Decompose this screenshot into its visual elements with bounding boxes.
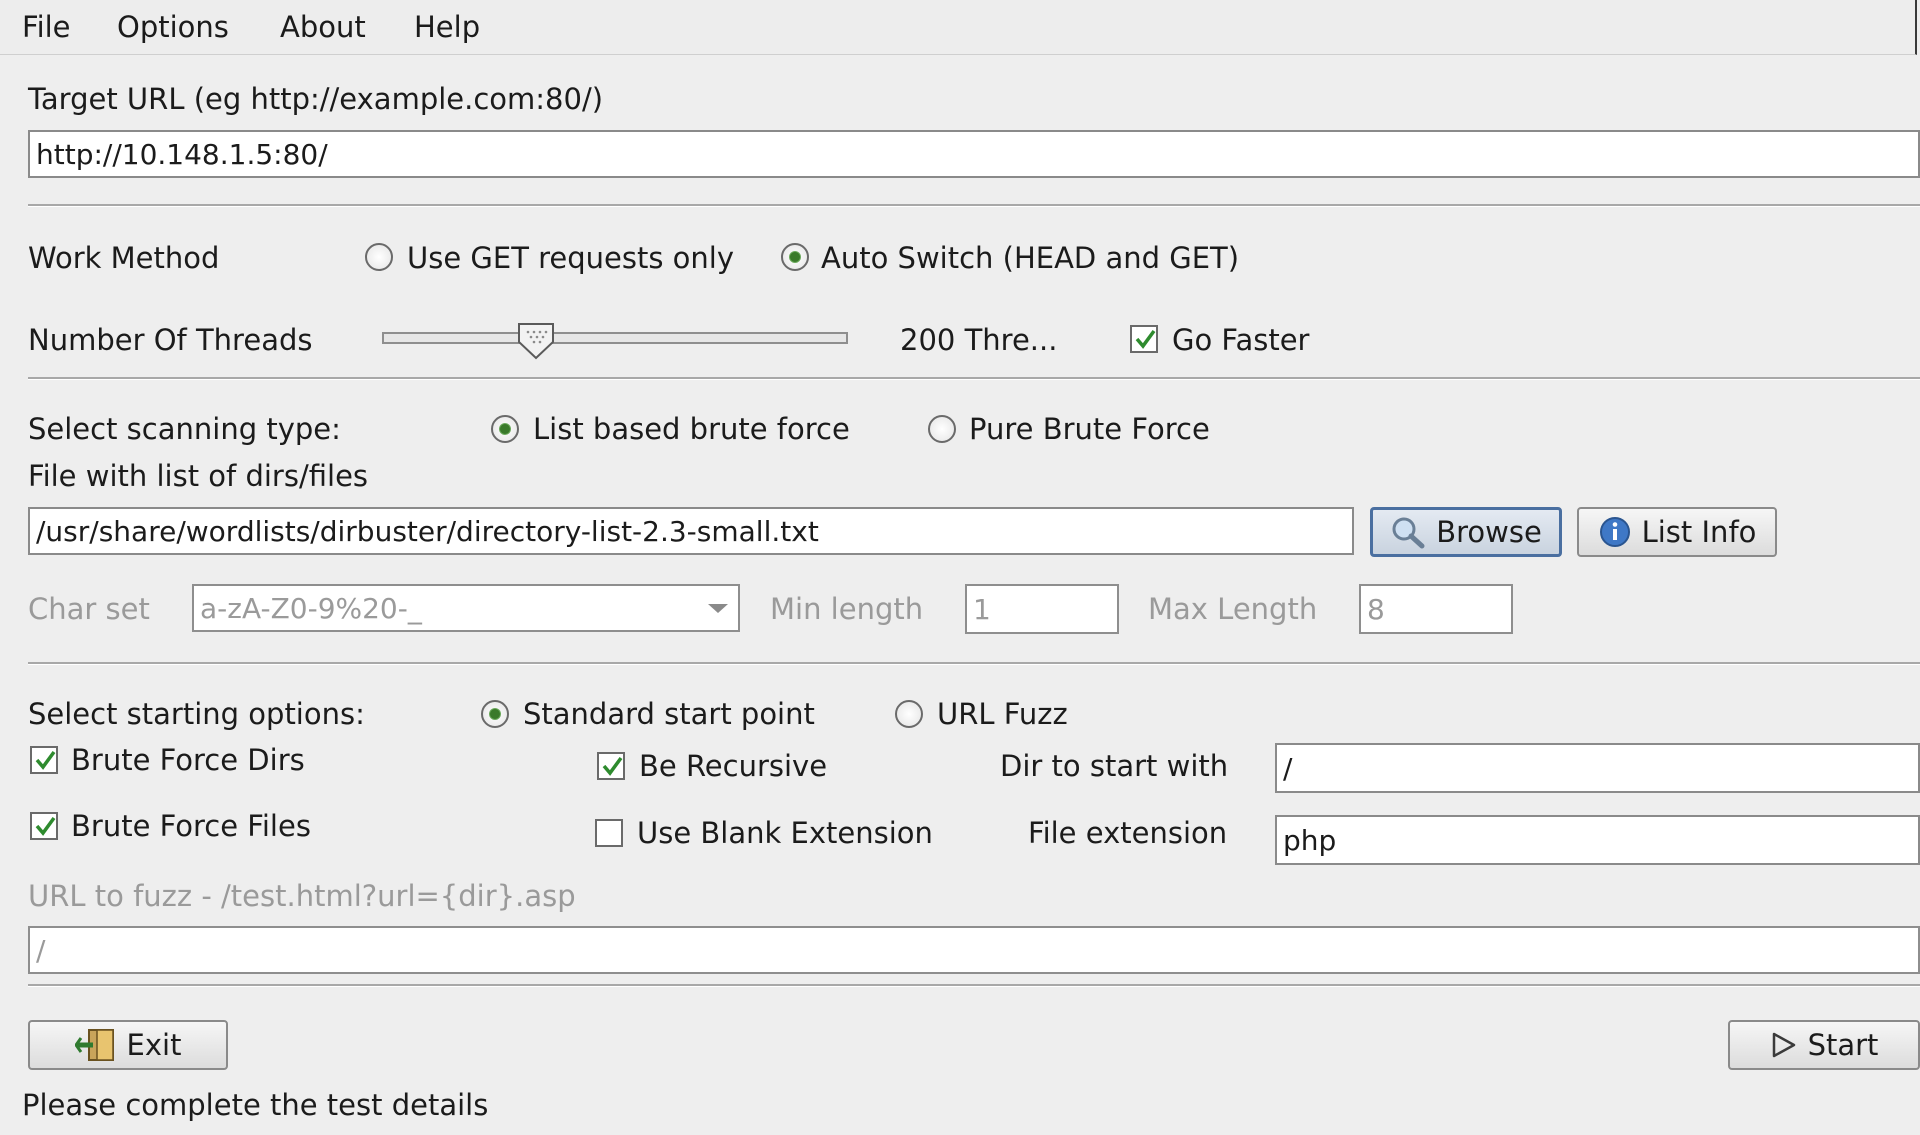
threads-value: 200 Thre... (900, 323, 1058, 357)
checkmark-icon (1135, 329, 1156, 349)
slider-thumb[interactable] (516, 322, 556, 360)
go-faster-label[interactable]: Go Faster (1172, 323, 1309, 357)
scan-type-label: Select scanning type: (28, 412, 341, 446)
url-fuzz-field-label: URL to fuzz - /test.html?url={dir}.asp (28, 879, 576, 913)
go-faster-checkbox[interactable] (1130, 325, 1158, 353)
max-length-input[interactable]: 8 (1359, 584, 1513, 634)
menu-about[interactable]: About (280, 10, 366, 44)
magnifier-icon (1392, 517, 1425, 549)
list-info-label: List Info (1641, 515, 1757, 549)
auto-switch-radio[interactable] (781, 243, 809, 271)
file-extension-label: File extension (1028, 816, 1228, 850)
dir-start-label: Dir to start with (1000, 749, 1229, 783)
url-fuzz-label[interactable]: URL Fuzz (937, 697, 1068, 731)
start-label: Start (1807, 1028, 1879, 1062)
menu-bar: File Options About Help (0, 0, 1917, 55)
charset-select[interactable]: a-zA-Z0-9%20-_ (192, 584, 740, 632)
file-extension-input[interactable]: php (1275, 815, 1920, 865)
status-text: Please complete the test details (22, 1088, 489, 1122)
min-length-input[interactable]: 1 (965, 584, 1119, 634)
dirbuster-window: File Options About Help Target URL (eg h… (0, 0, 1920, 1135)
list-based-radio[interactable] (491, 415, 519, 443)
get-only-radio[interactable] (365, 243, 393, 271)
separator (28, 204, 1920, 207)
target-url-input[interactable]: http://10.148.1.5:80/ (28, 130, 1920, 178)
separator (28, 984, 1920, 987)
charset-value: a-zA-Z0-9%20-_ (200, 591, 422, 625)
start-options-label: Select starting options: (28, 697, 365, 731)
threads-slider[interactable] (382, 332, 848, 344)
dir-start-input[interactable]: / (1275, 743, 1920, 793)
checkmark-icon (602, 756, 623, 776)
exit-door-icon (74, 1029, 114, 1061)
list-based-label[interactable]: List based brute force (533, 412, 850, 446)
work-method-label: Work Method (28, 241, 220, 275)
start-button[interactable]: Start (1728, 1020, 1920, 1070)
standard-start-radio[interactable] (481, 700, 509, 728)
brute-files-label[interactable]: Brute Force Files (71, 809, 311, 843)
list-info-button[interactable]: List Info (1577, 507, 1777, 557)
blank-extension-label[interactable]: Use Blank Extension (637, 816, 933, 850)
separator (28, 662, 1920, 665)
browse-button[interactable]: Browse (1370, 507, 1562, 557)
wordlist-input[interactable]: /usr/share/wordlists/dirbuster/directory… (28, 507, 1354, 555)
min-length-label: Min length (770, 592, 924, 626)
standard-start-label[interactable]: Standard start point (523, 697, 815, 731)
pure-brute-label[interactable]: Pure Brute Force (969, 412, 1210, 446)
info-icon (1599, 517, 1630, 547)
checkmark-icon (35, 816, 56, 836)
exit-button[interactable]: Exit (28, 1020, 228, 1070)
threads-label: Number Of Threads (28, 323, 313, 357)
url-fuzz-radio[interactable] (895, 700, 923, 728)
auto-switch-label[interactable]: Auto Switch (HEAD and GET) (821, 241, 1239, 275)
target-url-label: Target URL (eg http://example.com:80/) (28, 82, 604, 116)
brute-dirs-label[interactable]: Brute Force Dirs (71, 743, 305, 777)
checkmark-icon (35, 750, 56, 770)
blank-extension-checkbox[interactable] (595, 819, 623, 847)
separator (28, 377, 1920, 380)
recursive-label[interactable]: Be Recursive (639, 749, 827, 783)
play-icon (1772, 1032, 1795, 1058)
menu-help[interactable]: Help (414, 10, 480, 44)
wordlist-label: File with list of dirs/files (28, 459, 369, 493)
menu-options[interactable]: Options (117, 10, 229, 44)
exit-label: Exit (126, 1028, 182, 1062)
browse-label: Browse (1436, 515, 1542, 549)
url-fuzz-input[interactable]: / (28, 926, 1920, 974)
brute-files-checkbox[interactable] (30, 812, 58, 840)
chevron-down-icon (708, 604, 728, 613)
get-only-label[interactable]: Use GET requests only (407, 241, 734, 275)
charset-label: Char set (28, 592, 150, 626)
brute-dirs-checkbox[interactable] (30, 746, 58, 774)
max-length-label: Max Length (1148, 592, 1318, 626)
pure-brute-radio[interactable] (928, 415, 956, 443)
menu-file[interactable]: File (22, 10, 71, 44)
recursive-checkbox[interactable] (597, 752, 625, 780)
